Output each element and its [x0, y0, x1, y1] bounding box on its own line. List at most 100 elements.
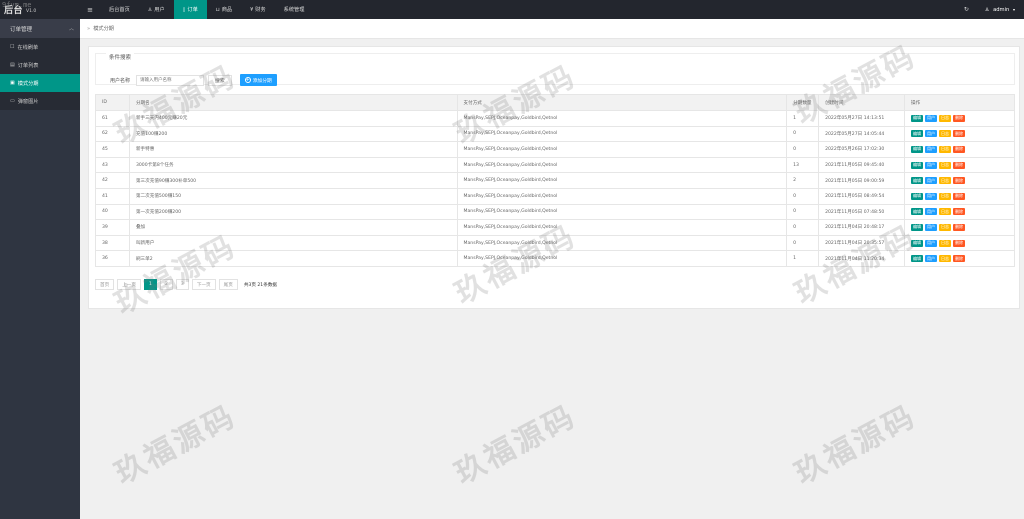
nav-label: 用户: [154, 7, 165, 13]
user-button[interactable]: 用户: [925, 130, 938, 138]
cell-payment: MansPay,SEPJ,Oceanpay,Goldbird,Qetnol: [456, 203, 788, 221]
delete-button[interactable]: 删除: [953, 177, 966, 185]
col-header-name[interactable]: 分期名: [128, 94, 458, 111]
table-row: 62 充值100赚200 MansPay,SEPJ,Oceanpay,Goldbir…: [95, 125, 1015, 143]
log-button[interactable]: 日志: [939, 114, 952, 122]
page-last-button[interactable]: 尾页: [218, 279, 238, 290]
cell-payment: MansPay,SEPJ,Oceanpay,Goldbird,Qetnol: [456, 172, 788, 189]
page-button-3[interactable]: 3: [175, 279, 189, 290]
sidebar-item-order-list[interactable]: ▤ 订单列表: [0, 56, 80, 74]
edit-button[interactable]: 编辑: [911, 239, 924, 247]
edit-button[interactable]: 编辑: [911, 223, 924, 231]
delete-button[interactable]: 删除: [953, 239, 966, 247]
table-row: 41 第二次充值500赚150 MansPay,SEPJ,Oceanpay,Gold…: [95, 187, 1015, 205]
sidebar-item-popup-image[interactable]: ▭ 弹窗图片: [0, 92, 80, 110]
delete-button[interactable]: 删除: [953, 208, 966, 216]
cell-count: 0: [786, 219, 820, 236]
edit-button[interactable]: 编辑: [911, 161, 924, 169]
search-label: 用户名称: [110, 77, 131, 84]
top-navbar: ≡ 后台首页 ♙ 用户 ▯ 订单 ⊔ 商品 ¥ 财务 系统管理 ↻ ♙ admi…: [80, 0, 1024, 19]
user-button[interactable]: 用户: [925, 239, 938, 247]
nav-item-users[interactable]: ♙ 用户: [139, 0, 174, 19]
user-button[interactable]: 用户: [925, 177, 938, 185]
cell-count: 2: [786, 172, 820, 189]
nav-item-finance[interactable]: ¥ 财务: [241, 0, 275, 19]
log-button[interactable]: 日志: [939, 255, 952, 263]
user-icon: ♙: [984, 6, 990, 13]
file-icon: ▯: [182, 6, 186, 13]
log-button[interactable]: 日志: [939, 161, 952, 169]
user-button[interactable]: 用户: [925, 145, 938, 153]
log-button[interactable]: 日志: [939, 239, 952, 247]
table-header-row: ID 分期名 支付方式 分期数量 创建时间 操作: [95, 94, 1015, 111]
page-next-button[interactable]: 下一页: [191, 279, 216, 290]
col-header-payment[interactable]: 支付方式: [456, 94, 788, 111]
user-button[interactable]: 用户: [925, 255, 938, 263]
sidebar-group-orders[interactable]: 订单管理 ︿: [0, 19, 80, 38]
delete-button[interactable]: 删除: [953, 130, 966, 138]
log-button[interactable]: 日志: [939, 130, 952, 138]
delete-button[interactable]: 删除: [953, 192, 966, 200]
nav-item-system[interactable]: 系统管理: [275, 0, 314, 19]
page-button-1[interactable]: 1: [144, 279, 157, 290]
nav-item-orders[interactable]: ▯ 订单: [173, 0, 207, 19]
log-button[interactable]: 日志: [939, 192, 952, 200]
sidebar-item-online-order[interactable]: ☐ 在线刷单: [0, 38, 80, 56]
delete-button[interactable]: 删除: [953, 255, 966, 263]
refresh-icon[interactable]: ↻: [964, 6, 969, 13]
nav-item-products[interactable]: ⊔ 商品: [207, 0, 241, 19]
username-search-input[interactable]: [136, 74, 205, 86]
log-button[interactable]: 日志: [939, 145, 952, 153]
page-first-button[interactable]: 首页: [95, 279, 115, 290]
watermark: 玖福源码: [109, 398, 243, 492]
log-button[interactable]: 日志: [939, 223, 952, 231]
edit-button[interactable]: 编辑: [911, 177, 924, 185]
user-button[interactable]: 用户: [925, 192, 938, 200]
cell-created: 2021年11月05日 08:49:54: [818, 187, 906, 205]
delete-button[interactable]: 删除: [953, 145, 966, 153]
edit-button[interactable]: 编辑: [911, 255, 924, 263]
cell-id: 61: [95, 110, 130, 127]
page-button-2[interactable]: 2: [159, 279, 173, 290]
logo[interactable]: 9fym.me 后台 V1.0: [0, 0, 80, 19]
col-header-created[interactable]: 创建时间: [818, 94, 906, 111]
image-icon: ▭: [10, 98, 15, 104]
add-installment-button[interactable]: + 添加分期: [239, 74, 277, 86]
sidebar-item-installment-mode[interactable]: ▣ 模式分期: [0, 74, 80, 92]
delete-button[interactable]: 删除: [953, 114, 966, 122]
edit-button[interactable]: 编辑: [911, 192, 924, 200]
log-button[interactable]: 日志: [939, 177, 952, 185]
user-menu[interactable]: ♙ admin ▾: [985, 7, 1015, 13]
col-header-id[interactable]: ID: [95, 94, 130, 111]
pagination: 首页 上一页 1 2 3 下一页 尾页 共3页 21条数据: [95, 279, 277, 290]
page-prev-button[interactable]: 上一页: [117, 279, 141, 290]
cell-payment: MansPay,SEPJ,Oceanpay,Goldbird,Qetnol: [456, 187, 788, 205]
plus-circle-icon: +: [244, 77, 251, 83]
delete-button[interactable]: 删除: [953, 161, 966, 169]
nav-item-home[interactable]: 后台首页: [100, 0, 139, 19]
search-button[interactable]: 搜索: [208, 74, 232, 86]
edit-button[interactable]: 编辑: [911, 145, 924, 153]
cell-created: 2021年11月04日 11:20:34: [818, 250, 906, 267]
watermark: 玖福源码: [789, 398, 923, 492]
table-row: 38 叫新用户 MansPay,SEPJ,Oceanpay,Goldbird,Qet…: [95, 234, 1015, 252]
menu-toggle-icon[interactable]: ≡: [80, 6, 100, 14]
table-row: 39 叠加 MansPay,SEPJ,Oceanpay,Goldbird,Qetno…: [95, 219, 1015, 236]
user-button[interactable]: 用户: [925, 208, 938, 216]
page-info: 共3页 21条数据: [243, 282, 278, 288]
edit-button[interactable]: 编辑: [911, 114, 924, 122]
cell-payment: MansPay,SEPJ,Oceanpay,Goldbird,Qetnol: [456, 125, 788, 143]
user-button[interactable]: 用户: [925, 223, 938, 231]
cell-count: 0: [786, 203, 820, 221]
log-button[interactable]: 日志: [939, 208, 952, 216]
delete-button[interactable]: 删除: [953, 223, 966, 231]
breadcrumb: » 模式分期: [80, 19, 1024, 39]
edit-button[interactable]: 编辑: [911, 130, 924, 138]
edit-button[interactable]: 编辑: [911, 208, 924, 216]
watermark: 玖福源码: [449, 398, 583, 492]
cell-id: 36: [95, 250, 130, 267]
user-button[interactable]: 用户: [925, 114, 938, 122]
col-header-count[interactable]: 分期数量: [786, 94, 820, 111]
user-button[interactable]: 用户: [925, 161, 938, 169]
search-row: 用户名称 搜索 + 添加分期: [110, 74, 277, 86]
